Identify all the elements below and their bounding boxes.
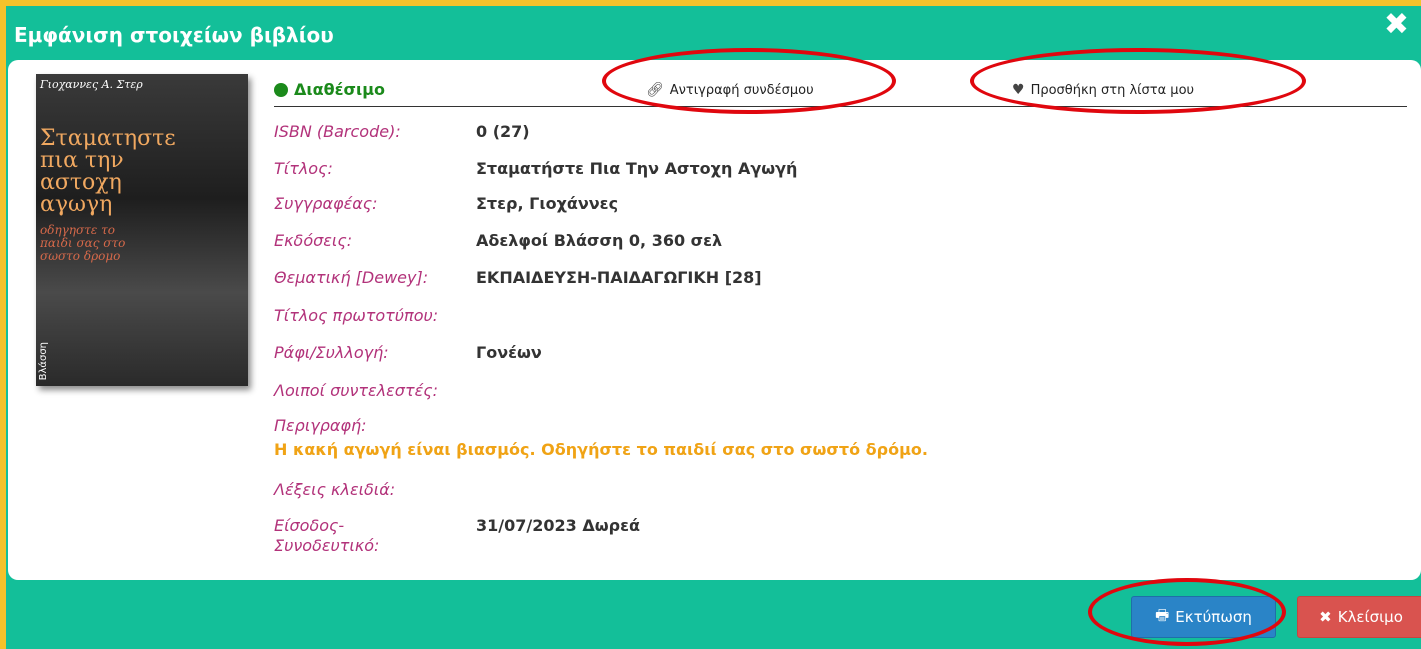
field-value: Αδελφοί Βλάσση 0, 360 σελ: [476, 231, 723, 250]
field-value: Στερ, Γιοχάννες: [476, 194, 619, 213]
field-label: Εκδόσεις:: [274, 231, 353, 250]
available-dot-icon: [274, 82, 288, 97]
close-button[interactable]: ✖ Κλείσιμο: [1297, 596, 1421, 638]
print-button[interactable]: 🖶︎ Εκτύπωση: [1131, 596, 1276, 638]
field-value: Γονέων: [476, 343, 542, 362]
cover-publisher-text: Βλάσση: [38, 341, 49, 380]
cover-subtitle-text: οδηγηστε το παιδι σας στο σωστο δρομο: [40, 223, 126, 263]
cover-title-text: Σταματηστε πια την αστοχη αγωγη: [40, 126, 176, 217]
field-label: Θεματική [Dewey]:: [274, 268, 429, 287]
book-details-dialog: Εμφάνιση στοιχείων βιβλίου ✖ Γιοχαννες Α…: [0, 0, 1421, 649]
entry-label-line1: Είσοδος-: [274, 516, 345, 535]
field-value: ΕΚΠΑΙΔΕΥΣΗ-ΠΑΙΔΑΓΩΓΙΚΗ [28]: [476, 268, 762, 287]
field-label: Τίτλος:: [274, 159, 333, 178]
status-bar: Διαθέσιμο 🔗︎ Αντιγραφή συνδέσμου ♥ Προσθ…: [274, 76, 1407, 107]
availability-label: Διαθέσιμο: [294, 80, 385, 99]
close-icon[interactable]: ✖: [1384, 10, 1409, 40]
dialog-header: Εμφάνιση στοιχείων βιβλίου: [12, 14, 1421, 56]
dialog-body: Γιοχαννες Α. Στερ Σταματηστε πια την αστ…: [8, 60, 1421, 580]
dialog-title: Εμφάνιση στοιχείων βιβλίου: [14, 23, 334, 47]
cover-author-text: Γιοχαννες Α. Στερ: [40, 78, 143, 91]
copy-link-label: Αντιγραφή συνδέσμου: [669, 82, 814, 98]
copy-link-button[interactable]: 🔗︎ Αντιγραφή συνδέσμου: [646, 82, 814, 98]
heart-icon: ♥: [1012, 82, 1025, 98]
add-list-label: Προσθήκη στη λίστα μου: [1030, 82, 1195, 98]
field-label: Είσοδος- Συνοδευτικό:: [274, 516, 379, 556]
field-value: 0 (27): [476, 122, 530, 141]
field-value: 31/07/2023 Δωρεά: [476, 516, 640, 535]
add-to-list-button[interactable]: ♥ Προσθήκη στη λίστα μου: [1012, 82, 1194, 98]
field-label: Περιγραφή:: [274, 416, 367, 435]
book-cover-image: Γιοχαννες Α. Στερ Σταματηστε πια την αστ…: [36, 74, 248, 386]
entry-label-line2: Συνοδευτικό:: [274, 536, 380, 555]
link-icon: 🔗︎: [646, 82, 664, 98]
print-label: Εκτύπωση: [1175, 608, 1252, 626]
availability-status: Διαθέσιμο: [274, 80, 385, 99]
field-label: Συγγραφέας:: [274, 194, 378, 213]
field-label: Τίτλος πρωτοτύπου:: [274, 306, 439, 325]
description-text: Η κακή αγωγή είναι βιασμός. Οδηγήστε το …: [274, 440, 928, 459]
close-label: Κλείσιμο: [1337, 608, 1403, 626]
field-label: Ράφι/Συλλογή:: [274, 343, 389, 362]
close-x-icon: ✖: [1319, 608, 1332, 626]
field-label: Λέξεις κλειδιά:: [274, 480, 396, 499]
field-value: Σταματήστε Πια Την Αστοχη Αγωγή: [476, 159, 798, 178]
field-label: ISBN (Barcode):: [274, 122, 401, 141]
field-label: Λοιποί συντελεστές:: [274, 381, 439, 400]
printer-icon: 🖶︎: [1155, 605, 1170, 624]
